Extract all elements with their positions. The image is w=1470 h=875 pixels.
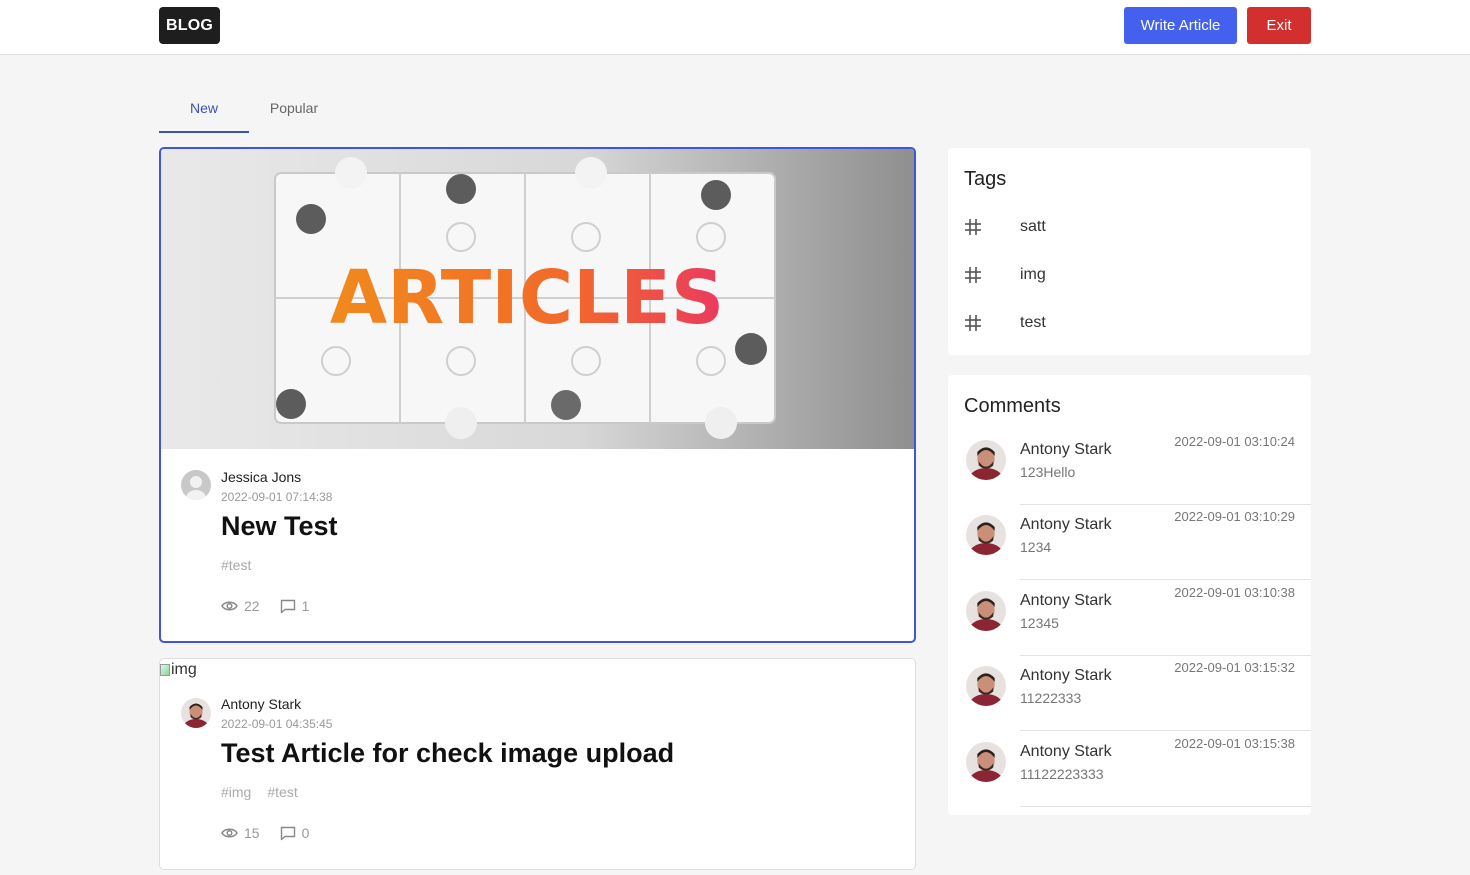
post-tags: #img #test (221, 784, 298, 800)
avatar (966, 440, 1006, 480)
post-author[interactable]: Jessica Jons (221, 469, 301, 485)
default-avatar-icon (181, 470, 211, 500)
post-author[interactable]: Antony Stark (221, 696, 301, 712)
divider (1020, 730, 1311, 731)
comment-item[interactable]: Antony Stark 11222333 2022-09-01 03:15:3… (964, 656, 1311, 731)
tag-item[interactable]: test (964, 308, 1294, 338)
comments-value: 1 (301, 598, 310, 614)
user-photo-icon (966, 440, 1006, 480)
post-cover-image[interactable]: ARTICLES (161, 149, 914, 449)
tag-label: satt (1020, 218, 1046, 235)
tab-new[interactable]: New (159, 88, 249, 133)
hashtag-icon (964, 218, 1020, 236)
post-tag[interactable]: #test (221, 557, 251, 573)
comment-date: 2022-09-01 03:10:38 (1174, 585, 1295, 600)
comment-author: Antony Stark (1020, 592, 1112, 609)
comment-date: 2022-09-01 03:10:29 (1174, 509, 1295, 524)
comment-text: 123Hello (1020, 464, 1076, 480)
comment-author: Antony Stark (1020, 516, 1112, 533)
top-navbar: BLOG Write Article Exit (0, 0, 1470, 55)
hashtag-icon (964, 314, 1020, 332)
comment-text: 11122223333 (1020, 766, 1104, 782)
image-alt-text: img (171, 661, 197, 678)
tag-label: test (1020, 314, 1046, 331)
tag-item[interactable]: img (964, 260, 1294, 290)
hashtag-icon (964, 266, 1020, 284)
post-date: 2022-09-01 07:14:38 (221, 490, 333, 504)
comment-item[interactable]: Antony Stark 12345 2022-09-01 03:10:38 (964, 581, 1311, 656)
comment-date: 2022-09-01 03:15:38 (1174, 736, 1295, 751)
divider (1020, 806, 1311, 807)
comment-date: 2022-09-01 03:10:24 (1174, 434, 1295, 449)
tags-panel: Tags satt img test (948, 148, 1311, 355)
comments-title: Comments (964, 395, 1061, 417)
avatar (966, 742, 1006, 782)
post-tags: #test (221, 557, 251, 573)
avatar (966, 666, 1006, 706)
write-article-button[interactable]: Write Article (1124, 7, 1237, 44)
blog-logo[interactable]: BLOG (159, 7, 220, 44)
post-tag[interactable]: #test (267, 784, 297, 800)
avatar (966, 515, 1006, 555)
author-avatar[interactable] (181, 698, 211, 728)
post-cover-image-broken[interactable]: img (160, 661, 197, 679)
tag-label: img (1020, 266, 1046, 283)
comment-author: Antony Stark (1020, 441, 1112, 458)
puzzle-articles-image: ARTICLES (161, 149, 914, 449)
hero-text: ARTICLES (330, 255, 724, 341)
comments-count: 0 (280, 825, 310, 841)
post-stats: 15 0 (221, 825, 329, 841)
comments-panel: Comments Antony Stark 123Hello 2022-09-0… (948, 375, 1311, 815)
post-title[interactable]: New Test (221, 511, 338, 542)
user-photo-icon (966, 742, 1006, 782)
eye-icon (221, 601, 238, 611)
post-card[interactable]: ARTICLES Jessica Jons 2022-09-01 07:14:3… (159, 147, 916, 643)
comment-icon (280, 599, 295, 613)
comments-value: 0 (301, 825, 310, 841)
comment-item[interactable]: Antony Stark 1234 2022-09-01 03:10:29 (964, 505, 1311, 580)
post-title[interactable]: Test Article for check image upload (221, 738, 674, 769)
comment-item[interactable]: Antony Stark 123Hello 2022-09-01 03:10:2… (964, 430, 1311, 505)
views-count: 15 (221, 825, 260, 841)
post-date: 2022-09-01 04:35:45 (221, 717, 333, 731)
avatar (966, 591, 1006, 631)
user-photo-icon (966, 591, 1006, 631)
views-value: 22 (244, 598, 260, 614)
views-value: 15 (244, 825, 260, 841)
author-avatar[interactable] (181, 470, 211, 500)
post-tag[interactable]: #img (221, 784, 251, 800)
post-card[interactable]: img Antony Stark 2022-09-01 04:35:45 Tes… (159, 658, 916, 870)
user-photo-icon (966, 666, 1006, 706)
comment-author: Antony Stark (1020, 743, 1112, 760)
views-count: 22 (221, 598, 260, 614)
user-photo-icon (966, 515, 1006, 555)
comment-text: 11222333 (1020, 690, 1082, 706)
comment-text: 1234 (1020, 539, 1052, 555)
eye-icon (221, 828, 238, 838)
comment-text: 12345 (1020, 615, 1059, 631)
exit-button[interactable]: Exit (1247, 7, 1311, 44)
post-stats: 22 1 (221, 598, 329, 614)
sort-tabs: New Popular (159, 88, 339, 133)
broken-image-icon (160, 664, 170, 676)
tag-item[interactable]: satt (964, 212, 1294, 242)
comment-date: 2022-09-01 03:15:32 (1174, 660, 1295, 675)
divider (1020, 579, 1311, 580)
tab-popular[interactable]: Popular (249, 88, 339, 133)
comment-author: Antony Stark (1020, 667, 1112, 684)
tags-title: Tags (964, 168, 1007, 190)
user-photo-icon (181, 698, 211, 728)
comment-item[interactable]: Antony Stark 11122223333 2022-09-01 03:1… (964, 732, 1311, 807)
comment-icon (280, 826, 295, 840)
comments-count: 1 (280, 598, 310, 614)
